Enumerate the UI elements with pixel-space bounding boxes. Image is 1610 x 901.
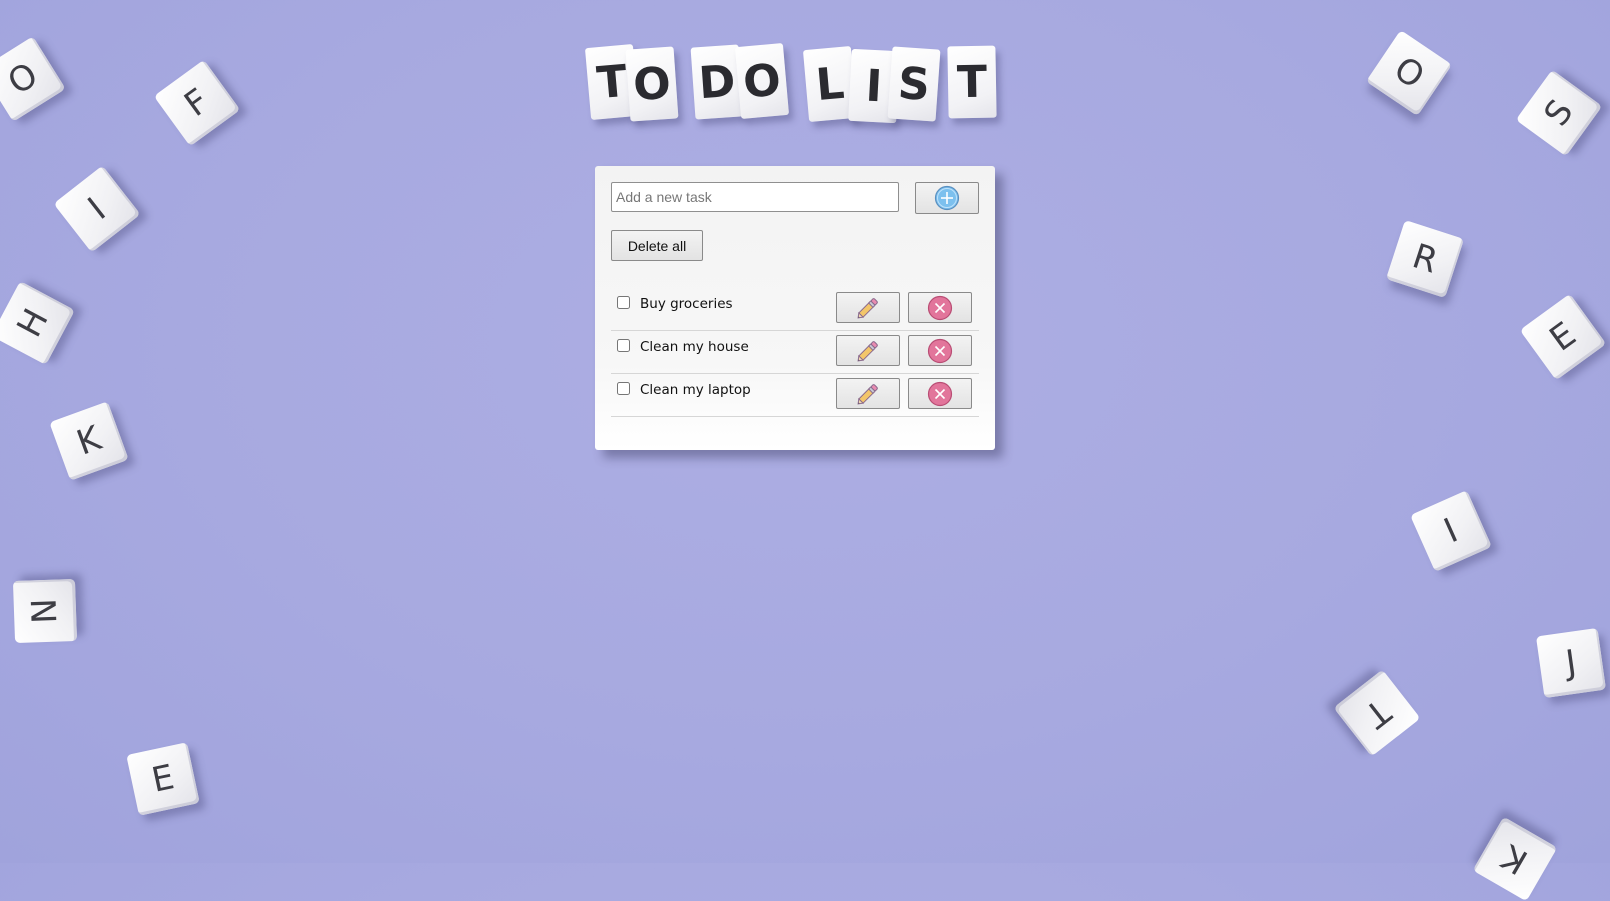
background-tile: F: [153, 59, 241, 147]
task-item: Clean my house: [611, 331, 979, 374]
background-tile: T: [1333, 669, 1421, 757]
background-tile: S: [1515, 69, 1603, 157]
delete-task-button[interactable]: [908, 292, 972, 323]
background-tile: I: [53, 165, 141, 253]
todo-card: Delete all Buy groceries: [595, 166, 995, 450]
background-tile: E: [126, 742, 200, 816]
background-tile: J: [1535, 627, 1607, 699]
background-tile: R: [1385, 219, 1465, 299]
new-task-input[interactable]: [611, 182, 899, 212]
page-title: T O D O L I S T: [584, 43, 1008, 126]
task-checkbox[interactable]: [617, 296, 630, 309]
task-list: Buy groceries Clean my house Clean my la…: [611, 288, 979, 417]
plus-circle-icon: [934, 185, 960, 211]
task-checkbox[interactable]: [617, 382, 630, 395]
edit-task-button[interactable]: [836, 378, 900, 409]
task-item: Clean my laptop: [611, 374, 979, 417]
task-item: Buy groceries: [611, 288, 979, 331]
delete-task-button[interactable]: [908, 378, 972, 409]
background-tile: K: [1472, 816, 1558, 901]
task-label: Clean my laptop: [640, 382, 751, 398]
task-label: Clean my house: [640, 339, 749, 355]
title-letter-tile: O: [625, 46, 679, 122]
background-tile: I: [1410, 490, 1492, 572]
add-task-button[interactable]: [915, 182, 979, 214]
delete-all-button[interactable]: Delete all: [611, 230, 703, 261]
close-circle-icon: [927, 295, 953, 321]
title-letter-tile: T: [947, 45, 997, 119]
title-letter-tile: S: [887, 46, 941, 122]
close-circle-icon: [927, 338, 953, 364]
task-label: Buy groceries: [640, 296, 733, 312]
background-tile: K: [49, 401, 129, 481]
background-tile: O: [1365, 29, 1453, 117]
background-tile: H: [0, 281, 75, 365]
task-checkbox[interactable]: [617, 339, 630, 352]
background-tile: N: [12, 578, 78, 644]
edit-task-button[interactable]: [836, 335, 900, 366]
title-letter-tile: O: [734, 43, 790, 119]
close-circle-icon: [927, 381, 953, 407]
background-tile: E: [1519, 293, 1607, 381]
delete-task-button[interactable]: [908, 335, 972, 366]
pencil-icon: [854, 337, 882, 365]
pencil-icon: [854, 294, 882, 322]
background-tile: O: [0, 36, 66, 122]
pencil-icon: [854, 380, 882, 408]
edit-task-button[interactable]: [836, 292, 900, 323]
